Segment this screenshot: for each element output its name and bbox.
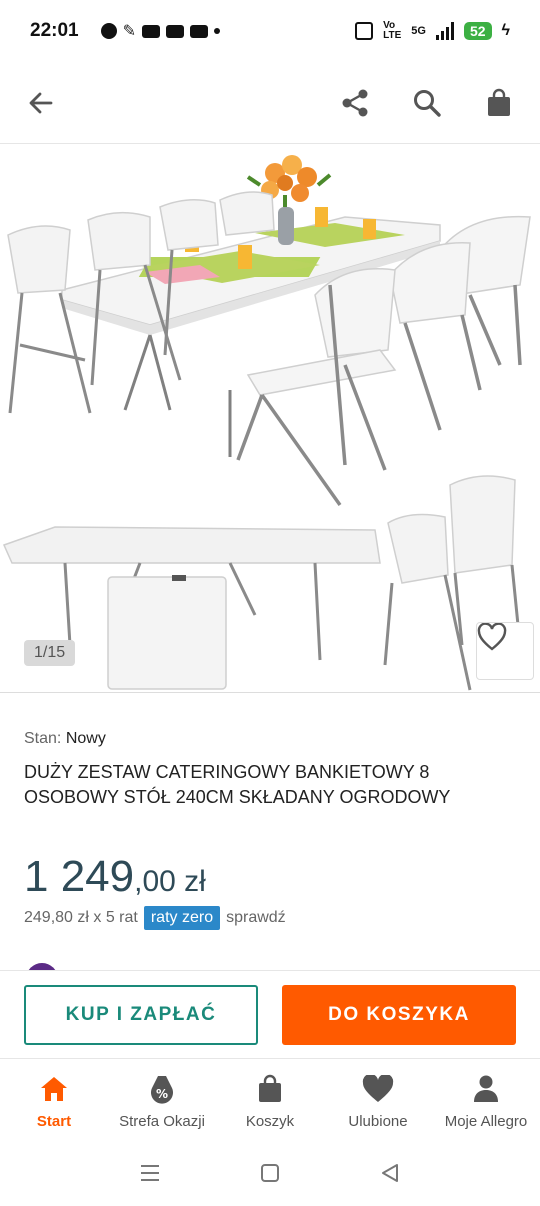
messenger-icon	[100, 23, 117, 39]
user-icon	[470, 1073, 502, 1105]
cart-bag-icon	[254, 1073, 286, 1105]
back-nav-button[interactable]	[379, 1162, 401, 1189]
youtube-icon	[166, 24, 185, 38]
status-left: 22:01 ✎	[30, 20, 221, 42]
deals-tag-icon: %	[146, 1073, 178, 1105]
product-condition: Stan: Nowy	[24, 730, 106, 748]
svg-text:%: %	[156, 1087, 168, 1101]
buy-now-button[interactable]: KUP I ZAPŁAĆ	[24, 985, 258, 1045]
header-actions	[338, 86, 516, 120]
battery-indicator: 52	[463, 22, 492, 40]
installment-text: 249,80 zł x 5 rat	[24, 909, 138, 926]
purchase-action-bar: KUP I ZAPŁAĆ DO KOSZYKA	[0, 970, 540, 1058]
recent-apps-button[interactable]	[139, 1163, 161, 1188]
heart-icon	[362, 1073, 394, 1105]
youtube-icon	[190, 24, 209, 38]
installments-row: 249,80 zł x 5 rat raty zero sprawdź	[24, 906, 286, 930]
home-icon	[38, 1073, 70, 1105]
nav-label: Koszyk	[245, 1113, 295, 1130]
search-button[interactable]	[410, 86, 444, 120]
nav-label: Moje Allegro	[444, 1113, 528, 1130]
system-navigation-bar	[0, 1144, 540, 1206]
share-icon	[342, 89, 368, 116]
app-screen: 22:01 ✎ Vo LTE 5G 52 ϟ 1/15 Stan: Nowy D…	[0, 0, 540, 1206]
price-main: 1 249	[24, 852, 135, 901]
bag-button[interactable]	[482, 86, 516, 120]
add-to-cart-button[interactable]: DO KOSZYKA	[282, 985, 516, 1045]
image-counter: 1/15	[24, 640, 76, 666]
nav-start[interactable]: Start	[0, 1059, 108, 1144]
status-right: Vo LTE 5G 52 ϟ	[355, 21, 510, 41]
nav-label: Strefa Okazji	[119, 1113, 205, 1130]
condition-value: Nowy	[65, 730, 106, 747]
signal-icon	[435, 22, 454, 40]
shopping-bag-icon	[488, 88, 510, 116]
menu-lines-icon	[141, 1164, 159, 1181]
home-button[interactable]	[259, 1162, 281, 1189]
nav-label: Ulubione	[348, 1113, 408, 1130]
arrow-left-icon	[29, 92, 53, 113]
share-button[interactable]	[338, 86, 372, 120]
more-notifications-icon	[214, 28, 221, 34]
product-photo	[2, 155, 531, 691]
youtube-icon	[142, 24, 161, 38]
product-title: DUŻY ZESTAW CATERINGOWY BANKIETOWY 8 OSO…	[24, 762, 451, 807]
price-fraction: ,00 zł	[134, 865, 206, 898]
nav-moje-allegro[interactable]: Moje Allegro	[432, 1059, 540, 1144]
volte-indicator: Vo LTE	[383, 21, 401, 41]
condition-label: Stan:	[24, 730, 62, 747]
raty-zero-badge[interactable]: raty zero	[143, 906, 221, 930]
product-price: 1 249,00 zł	[24, 852, 206, 902]
nav-strefa-okazji[interactable]: % Strefa Okazji	[108, 1059, 216, 1144]
triangle-back-icon	[382, 1163, 398, 1182]
nfc-icon	[355, 22, 374, 40]
nav-koszyk[interactable]: Koszyk	[216, 1059, 324, 1144]
feather-icon: ✎	[122, 23, 137, 40]
status-bar: 22:01 ✎ Vo LTE 5G 52 ϟ	[0, 0, 540, 62]
check-link[interactable]: sprawdź	[226, 909, 286, 927]
network-type: 5G	[411, 25, 426, 37]
product-gallery[interactable]: 1/15	[0, 145, 540, 693]
nav-label: Start	[36, 1113, 72, 1130]
add-to-favorites-button[interactable]	[476, 622, 534, 680]
search-icon	[414, 89, 441, 117]
back-button[interactable]	[24, 86, 58, 120]
square-icon	[261, 1163, 279, 1182]
bottom-navigation: Start % Strefa Okazji Koszyk Ulubione Mo…	[0, 1058, 540, 1144]
notification-icons: ✎	[100, 21, 221, 41]
charging-icon: ϟ	[501, 22, 510, 39]
heart-icon	[477, 623, 507, 651]
app-header	[0, 62, 540, 144]
lte-label: LTE	[383, 30, 402, 41]
nav-ulubione[interactable]: Ulubione	[324, 1059, 432, 1144]
clock: 22:01	[30, 20, 79, 41]
